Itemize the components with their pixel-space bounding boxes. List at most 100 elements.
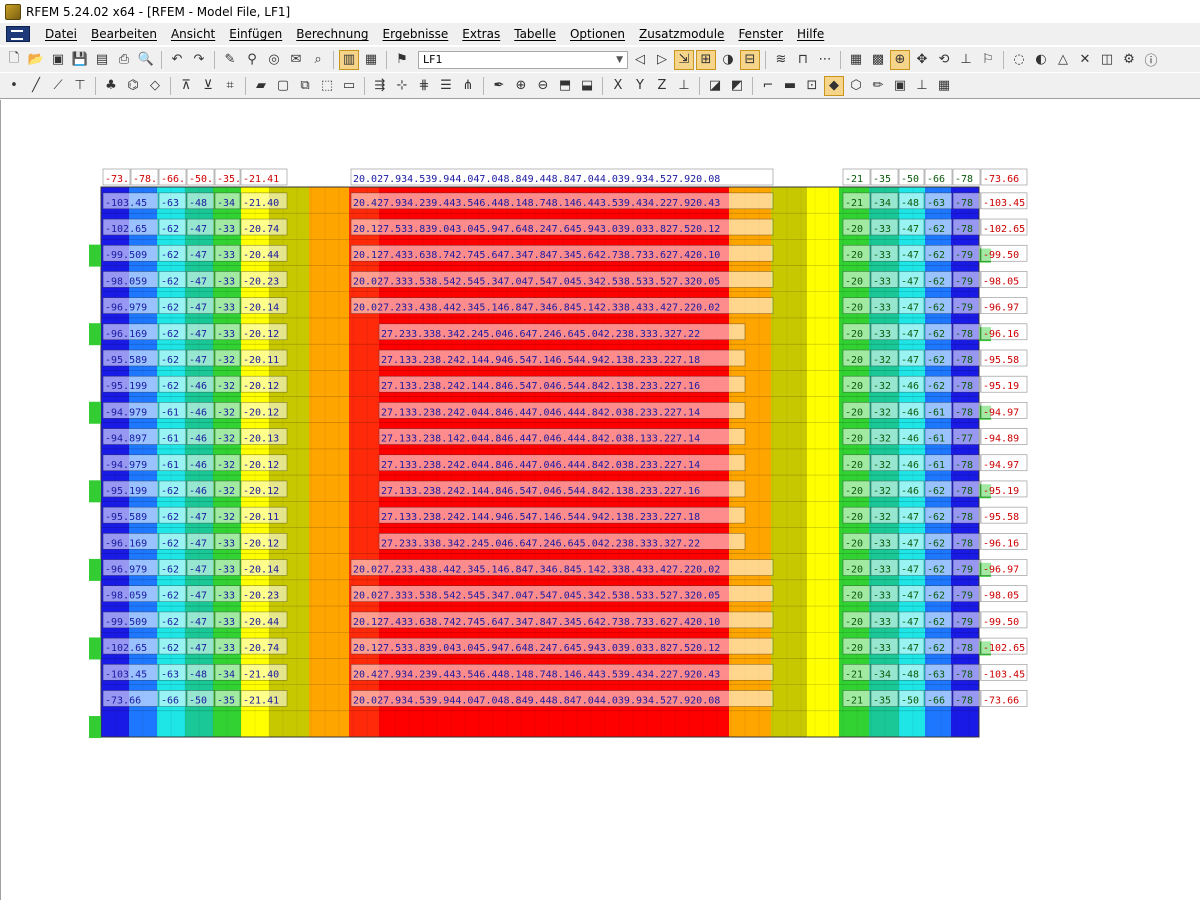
undo-icon[interactable]: ↶ (167, 50, 187, 70)
section-results-icon[interactable]: ⊓ (793, 50, 813, 70)
menu-einfuegen[interactable]: Einfügen (222, 27, 289, 41)
menu-datei[interactable]: Datei (38, 27, 84, 41)
cube-view-icon[interactable]: ⬓ (577, 76, 597, 96)
show-results-icon[interactable]: ⇲ (674, 49, 694, 70)
opening-icon[interactable]: ▢ (273, 76, 293, 96)
close-icon[interactable]: ✕ (1075, 50, 1095, 70)
result-values-icon[interactable]: ⊞ (696, 49, 716, 70)
result-display-icon[interactable]: ◑ (718, 50, 738, 70)
line-icon[interactable]: ╱ (26, 76, 46, 96)
view-x-icon[interactable]: X (608, 76, 628, 96)
tree-icon[interactable]: ⋔ (458, 76, 478, 96)
comment-icon[interactable]: ✉ (286, 50, 306, 70)
solid-icon[interactable]: ▰ (251, 76, 271, 96)
support-icon[interactable]: ⊥ (956, 50, 976, 70)
line-support-icon[interactable]: ⊻ (198, 76, 218, 96)
view-mode-icon[interactable]: ⊕ (890, 49, 910, 70)
menu-ergebnisse[interactable]: Ergebnisse (376, 27, 456, 41)
print-preview-icon[interactable]: 🔍 (136, 50, 156, 70)
target-icon[interactable]: ◎ (264, 50, 284, 70)
cube-3d-icon[interactable]: ⬡ (846, 76, 866, 96)
mirror-icon[interactable]: △ (1053, 50, 1073, 70)
table-icon[interactable]: ▦ (361, 50, 381, 70)
menu-zusatzmodule[interactable]: Zusatzmodule (632, 27, 731, 41)
save-icon[interactable]: 💾 (70, 50, 90, 70)
menu-bearbeiten[interactable]: Bearbeiten (84, 27, 164, 41)
model-icon[interactable]: ◫ (1097, 50, 1117, 70)
edit-icon[interactable]: ✎ (220, 50, 240, 70)
menu-hilfe[interactable]: Hilfe (790, 27, 831, 41)
stack-icon[interactable]: ☰ (436, 76, 456, 96)
solid-view-icon[interactable]: ◆ (824, 75, 844, 96)
divide-icon[interactable]: ⋕ (414, 76, 434, 96)
zoom-out-icon[interactable]: ⊖ (533, 76, 553, 96)
member-icon[interactable]: ⊤ (70, 76, 90, 96)
material-icon[interactable]: ♣ (101, 76, 121, 96)
surface-icon[interactable]: ◇ (145, 76, 165, 96)
new-file-icon[interactable]: 🗋 (4, 50, 24, 70)
load-case-icon[interactable]: ⚑ (392, 50, 412, 70)
display-icon[interactable]: ◪ (705, 76, 725, 96)
view-z-icon[interactable]: Z (652, 76, 672, 96)
document-window-icon[interactable] (6, 26, 30, 42)
value-label: 20.027.934.539.944.047.048.849.448.847.0… (353, 174, 720, 185)
open-model-icon[interactable]: ▣ (48, 50, 68, 70)
dimension-icon[interactable]: ⊹ (392, 76, 412, 96)
menu-fenster[interactable]: Fenster (731, 27, 790, 41)
menu-extras[interactable]: Extras (455, 27, 507, 41)
value-label: -96.97 (983, 303, 1019, 314)
node-icon[interactable]: • (4, 76, 24, 96)
connect-icon[interactable]: ⇶ (370, 76, 390, 96)
max-min-values-icon[interactable]: ⊟ (740, 49, 760, 70)
deformation-icon[interactable]: ≋ (771, 50, 791, 70)
settings-icon[interactable]: ⚙ (1119, 50, 1139, 70)
model-canvas[interactable]: -73. -78. -66. -50. -35. -21.41 -103.45 -63 -48-… (0, 100, 1200, 900)
navigator-icon[interactable]: ▥ (339, 49, 359, 70)
print-icon[interactable]: ⎙ (114, 50, 134, 70)
grid-icon[interactable]: ▦ (846, 50, 866, 70)
pen-icon[interactable]: ✒ (489, 76, 509, 96)
align-icon[interactable]: ⊥ (912, 76, 932, 96)
smooth-results-icon[interactable]: ⋯ (815, 50, 835, 70)
half-view-icon[interactable]: ◐ (1031, 50, 1051, 70)
next-load-case-icon[interactable]: ▷ (652, 50, 672, 70)
menu-tabelle[interactable]: Tabelle (507, 27, 563, 41)
redo-icon[interactable]: ↷ (189, 50, 209, 70)
value-label: -33 (217, 224, 235, 235)
pencil-icon[interactable]: ✏ (868, 76, 888, 96)
menu-berechnung[interactable]: Berechnung (289, 27, 375, 41)
ruler-icon[interactable]: ▬ (780, 76, 800, 96)
value-label: -20 (845, 591, 863, 602)
measure-icon[interactable]: ⌐ (758, 76, 778, 96)
move-icon[interactable]: ✥ (912, 50, 932, 70)
table-grid-icon[interactable]: ▦ (934, 76, 954, 96)
layout-icon[interactable]: ▣ (890, 76, 910, 96)
frame-icon[interactable]: ▭ (339, 76, 359, 96)
value-label: -62 (161, 250, 179, 261)
axes-icon[interactable]: ⊥ (674, 76, 694, 96)
search-zoom-icon[interactable]: ⌕ (308, 50, 328, 70)
select-zoom-icon[interactable]: ⊕ (511, 76, 531, 96)
transparency-icon[interactable]: ◌ (1009, 50, 1029, 70)
cube-icon[interactable]: ⬒ (555, 76, 575, 96)
flag-icon[interactable]: ⚐ (978, 50, 998, 70)
render-icon[interactable]: ◩ (727, 76, 747, 96)
open-folder-icon[interactable]: 📂 (26, 50, 46, 70)
nodal-support-icon[interactable]: ⊼ (176, 76, 196, 96)
view-y-icon[interactable]: Y (630, 76, 650, 96)
find-icon[interactable]: ⚲ (242, 50, 262, 70)
cross-section-icon[interactable]: ⌬ (123, 76, 143, 96)
save-as-icon[interactable]: ▤ (92, 50, 112, 70)
hinge-icon[interactable]: ⌗ (220, 76, 240, 96)
wireframe-icon[interactable]: ⊡ (802, 76, 822, 96)
box-icon[interactable]: ⬚ (317, 76, 337, 96)
mesh-icon[interactable]: ▩ (868, 50, 888, 70)
previous-load-case-icon[interactable]: ◁ (630, 50, 650, 70)
menu-optionen[interactable]: Optionen (563, 27, 632, 41)
load-case-select[interactable]: LF1 ▼ (418, 50, 628, 69)
info-icon[interactable]: ⓘ (1141, 50, 1161, 70)
rotate-icon[interactable]: ⟲ (934, 50, 954, 70)
intersection-icon[interactable]: ⧉ (295, 76, 315, 96)
polyline-icon[interactable]: ⟋ (48, 76, 68, 96)
menu-ansicht[interactable]: Ansicht (164, 27, 222, 41)
